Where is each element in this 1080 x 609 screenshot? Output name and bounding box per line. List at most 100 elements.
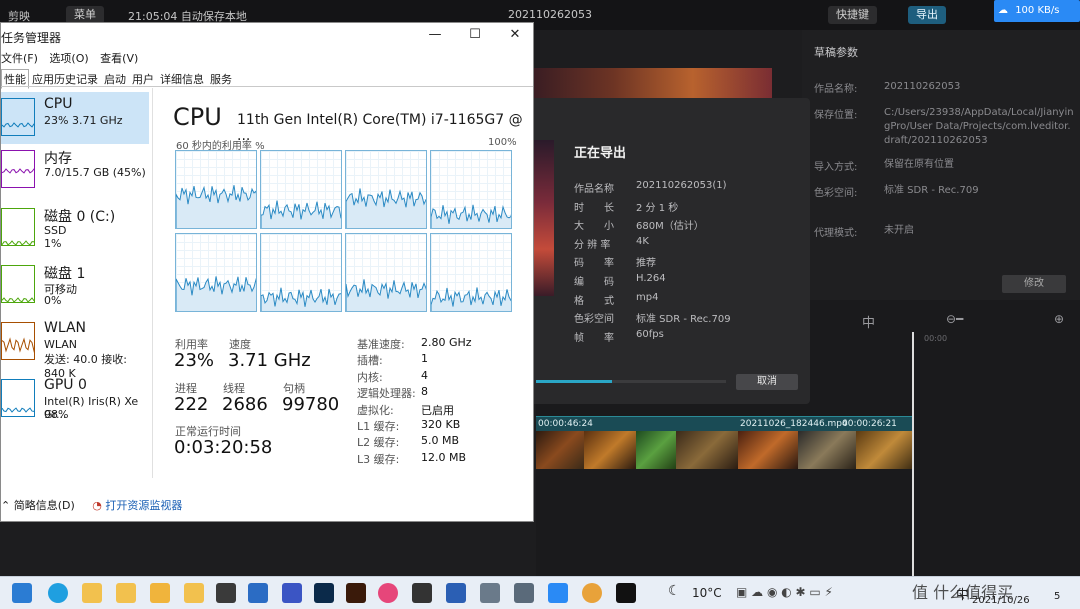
sidebar-mini-graph	[1, 98, 35, 136]
mail-icon[interactable]	[248, 583, 268, 603]
open-resource-monitor-link[interactable]: 打开资源监视器	[105, 499, 182, 512]
download-speed: 100 KB/s	[1015, 5, 1060, 16]
clip-thumbnail	[536, 431, 584, 469]
moon-weather-icon: ☾	[668, 583, 681, 599]
zoom-in-icon[interactable]: ⊕	[1054, 312, 1064, 326]
sidebar-item-5[interactable]: GPU 0 Intel(R) Iris(R) Xe Gr... 98%	[1, 373, 149, 425]
folder-icon[interactable]	[184, 583, 204, 603]
word-icon[interactable]	[446, 583, 466, 603]
app-icon[interactable]	[480, 583, 500, 603]
export-info-value: H.264	[636, 273, 666, 284]
shortcut-button[interactable]: 快捷键	[828, 6, 877, 24]
sidebar-item-name: 内存	[44, 151, 72, 167]
sidebar-item-2[interactable]: 磁盘 0 (C:) SSD 1%	[1, 202, 149, 254]
folder-icon[interactable]	[82, 583, 102, 603]
cpu-core-graph	[430, 150, 512, 229]
spec-value: 1	[421, 352, 428, 366]
minimize-icon[interactable]: —	[425, 27, 445, 42]
modify-button[interactable]: 修改	[1002, 275, 1066, 293]
spec-value: 5.0 MB	[421, 434, 460, 448]
export-info-key: 大 小	[574, 221, 614, 233]
util-value: 23%	[174, 350, 215, 371]
spec-key: 基准速度:	[357, 338, 405, 351]
window-title: 任务管理器	[1, 31, 62, 45]
video-track[interactable]: 00:00:46:24 20211026_182446.mp4 00:00:26…	[536, 416, 914, 469]
uptime-value: 0:03:20:58	[174, 437, 273, 458]
export-info-key: 帧 率	[574, 332, 614, 344]
app-icon[interactable]	[378, 583, 398, 603]
export-info-key: 格 式	[574, 295, 614, 307]
sidebar-item-detail-2: 98%	[44, 408, 69, 421]
system-tray-icons[interactable]: ▣ ☁ ◉ ◐ ✱ ▭ ⚡	[736, 585, 833, 599]
clip-thumbnail	[798, 431, 856, 469]
sidebar-item-name: GPU 0	[44, 377, 87, 393]
sidebar-item-3[interactable]: 磁盘 1 可移动 0%	[1, 259, 149, 311]
clip-thumbnail	[738, 431, 798, 469]
app-icon[interactable]	[412, 583, 432, 603]
tab-bar: 性能 应用历史记录 启动 用户 详细信息 服务	[1, 69, 235, 89]
taskbar-date[interactable]: 2021/10/26	[972, 595, 1030, 606]
export-button[interactable]: 导出	[908, 6, 946, 24]
export-info-value: mp4	[636, 291, 659, 303]
sidebar-item-name: WLAN	[44, 320, 87, 336]
close-icon[interactable]: ✕	[505, 27, 525, 42]
app-icon[interactable]	[282, 583, 302, 603]
sidebar-item-1[interactable]: 内存 7.0/15.7 GB (45%)	[1, 144, 149, 196]
ime-indicator[interactable]: 中	[956, 584, 969, 603]
menu-view[interactable]: 查看(V)	[100, 52, 138, 65]
fewer-details-link[interactable]: 简略信息(D)	[14, 499, 75, 512]
playhead[interactable]	[912, 332, 914, 576]
zoom-slider-icon[interactable]: ⊖━	[946, 312, 963, 326]
store-icon[interactable]	[216, 583, 236, 603]
draft-row: 保存位置: C:/Users/23938/AppData/Local/Jianyi…	[814, 107, 1074, 146]
draft-row: 代理模式: 未开启	[814, 225, 914, 239]
menu-bar: 文件(F) 选项(O) 查看(V)	[1, 50, 146, 66]
weather-temperature[interactable]: 10°C	[692, 586, 722, 600]
task-manager-icon[interactable]	[514, 583, 534, 603]
windows-start-icon[interactable]	[12, 583, 32, 603]
split-icon[interactable]: 中	[862, 312, 875, 331]
spec-value: 2.80 GHz	[421, 336, 472, 349]
file-explorer-icon[interactable]	[150, 583, 170, 603]
chevron-up-icon[interactable]: ⌃	[1, 499, 10, 512]
clip-thumbnail	[676, 431, 738, 469]
sidebar-item-name: 磁盘 1	[44, 266, 86, 282]
export-info-value: 4K	[636, 235, 649, 247]
maximize-icon[interactable]: ☐	[465, 27, 485, 42]
cpu-core-graph	[175, 150, 257, 229]
spec-value: 已启用	[421, 403, 454, 417]
app-icon[interactable]	[582, 583, 602, 603]
spec-key: L1 缓存:	[357, 420, 400, 433]
notification-count[interactable]: 5	[1054, 591, 1060, 602]
sidebar-item-detail: 23% 3.71 GHz	[44, 114, 123, 127]
menu-options[interactable]: 选项(O)	[49, 52, 88, 65]
sidebar-mini-graph	[1, 208, 35, 246]
export-info-value: 推荐	[636, 258, 656, 270]
cpu-core-graphs	[175, 150, 513, 315]
threads-value: 2686	[222, 394, 268, 415]
preview-strip	[534, 68, 772, 98]
spec-key: 内核:	[357, 370, 383, 384]
clip1-time: 00:00:46:24	[538, 419, 593, 429]
export-progress-fill	[536, 380, 612, 383]
network-speed-badge: ☁ 100 KB/s	[994, 0, 1080, 22]
export-title: 正在导出	[574, 146, 627, 161]
menu-file[interactable]: 文件(F)	[1, 52, 38, 65]
sidebar-item-4[interactable]: WLAN WLAN 发送: 40.0 接收: 840 K	[1, 316, 149, 380]
cpu-core-graph	[345, 233, 427, 312]
bridge-icon[interactable]	[346, 583, 366, 603]
export-progress-bar	[536, 380, 726, 383]
baidu-netdisk-icon[interactable]	[548, 583, 568, 603]
photoshop-icon[interactable]	[314, 583, 334, 603]
export-cover-thumbnail	[532, 140, 554, 296]
edge-icon[interactable]	[48, 583, 68, 603]
folder-icon[interactable]	[116, 583, 136, 603]
spec-value: 12.0 MB	[421, 450, 467, 464]
export-info-key: 分 辨 率	[574, 239, 611, 251]
cpu-core-graph	[175, 233, 257, 312]
cpu-heading: CPU	[173, 103, 222, 131]
sidebar-item-0[interactable]: CPU 23% 3.71 GHz	[1, 92, 149, 144]
cancel-export-button[interactable]: 取消	[736, 374, 798, 390]
draft-row: 作品名称: 202110262053	[814, 81, 961, 95]
capcut-icon[interactable]	[616, 583, 636, 603]
